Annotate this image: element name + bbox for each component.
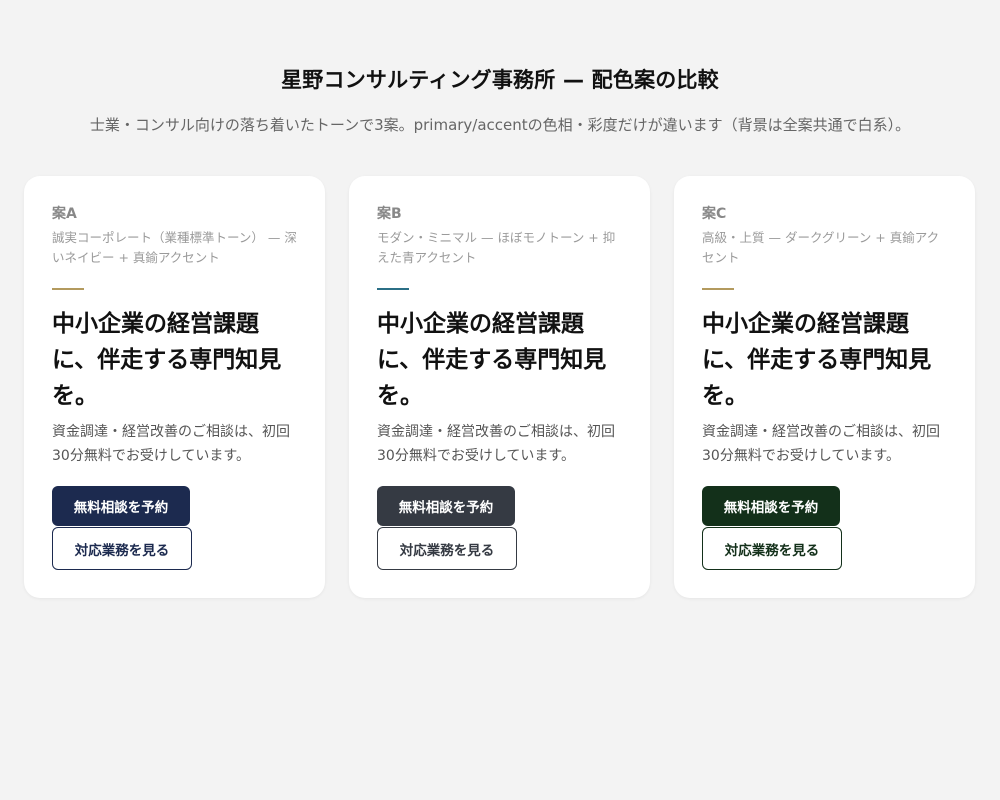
card-label: 案A <box>52 206 77 222</box>
card-body-text: 資金調達・経営改善のご相談は、初回30分無料でお受けしています。 <box>377 424 615 464</box>
card-body-text: 資金調達・経営改善のご相談は、初回30分無料でお受けしています。 <box>52 424 290 464</box>
palette-card-b: 案B モダン・ミニマル — ほぼモノトーン + 抑えた青アクセント 中小企業の経… <box>349 176 650 598</box>
card-description: 誠実コーポレート（業種標準トーン） — 深いネイビー + 真鍮アクセント <box>52 230 297 265</box>
palette-card-a: 案A 誠実コーポレート（業種標準トーン） — 深いネイビー + 真鍮アクセント … <box>24 176 325 598</box>
card-description: モダン・ミニマル — ほぼモノトーン + 抑えた青アクセント <box>377 230 616 265</box>
book-consultation-button[interactable]: 無料相談を予約 <box>377 486 515 526</box>
accent-line <box>377 288 409 290</box>
accent-line <box>52 288 84 290</box>
card-description: 高級・上質 — ダークグリーン + 真鍮アクセント <box>702 230 940 265</box>
palette-cards: 案A 誠実コーポレート（業種標準トーン） — 深いネイビー + 真鍮アクセント … <box>24 176 976 598</box>
page-title: 星野コンサルティング事務所 — 配色案の比較 <box>281 68 719 92</box>
card-headline: 中小企業の経営課題に、伴走する専門知見を。 <box>377 311 607 409</box>
book-consultation-button[interactable]: 無料相談を予約 <box>52 486 190 526</box>
page-subtitle: 士業・コンサル向けの落ち着いたトーンで3案。primary/accentの色相・… <box>89 116 911 134</box>
card-headline: 中小企業の経営課題に、伴走する専門知見を。 <box>52 311 282 409</box>
view-services-button[interactable]: 対応業務を見る <box>52 527 192 570</box>
accent-line <box>702 288 734 290</box>
card-headline: 中小企業の経営課題に、伴走する専門知見を。 <box>702 311 932 409</box>
view-services-button[interactable]: 対応業務を見る <box>702 527 842 570</box>
card-label: 案C <box>702 206 727 222</box>
palette-card-c: 案C 高級・上質 — ダークグリーン + 真鍮アクセント 中小企業の経営課題に、… <box>674 176 975 598</box>
view-services-button[interactable]: 対応業務を見る <box>377 527 517 570</box>
card-body-text: 資金調達・経営改善のご相談は、初回30分無料でお受けしています。 <box>702 424 940 464</box>
card-label: 案B <box>377 206 402 222</box>
book-consultation-button[interactable]: 無料相談を予約 <box>702 486 840 526</box>
